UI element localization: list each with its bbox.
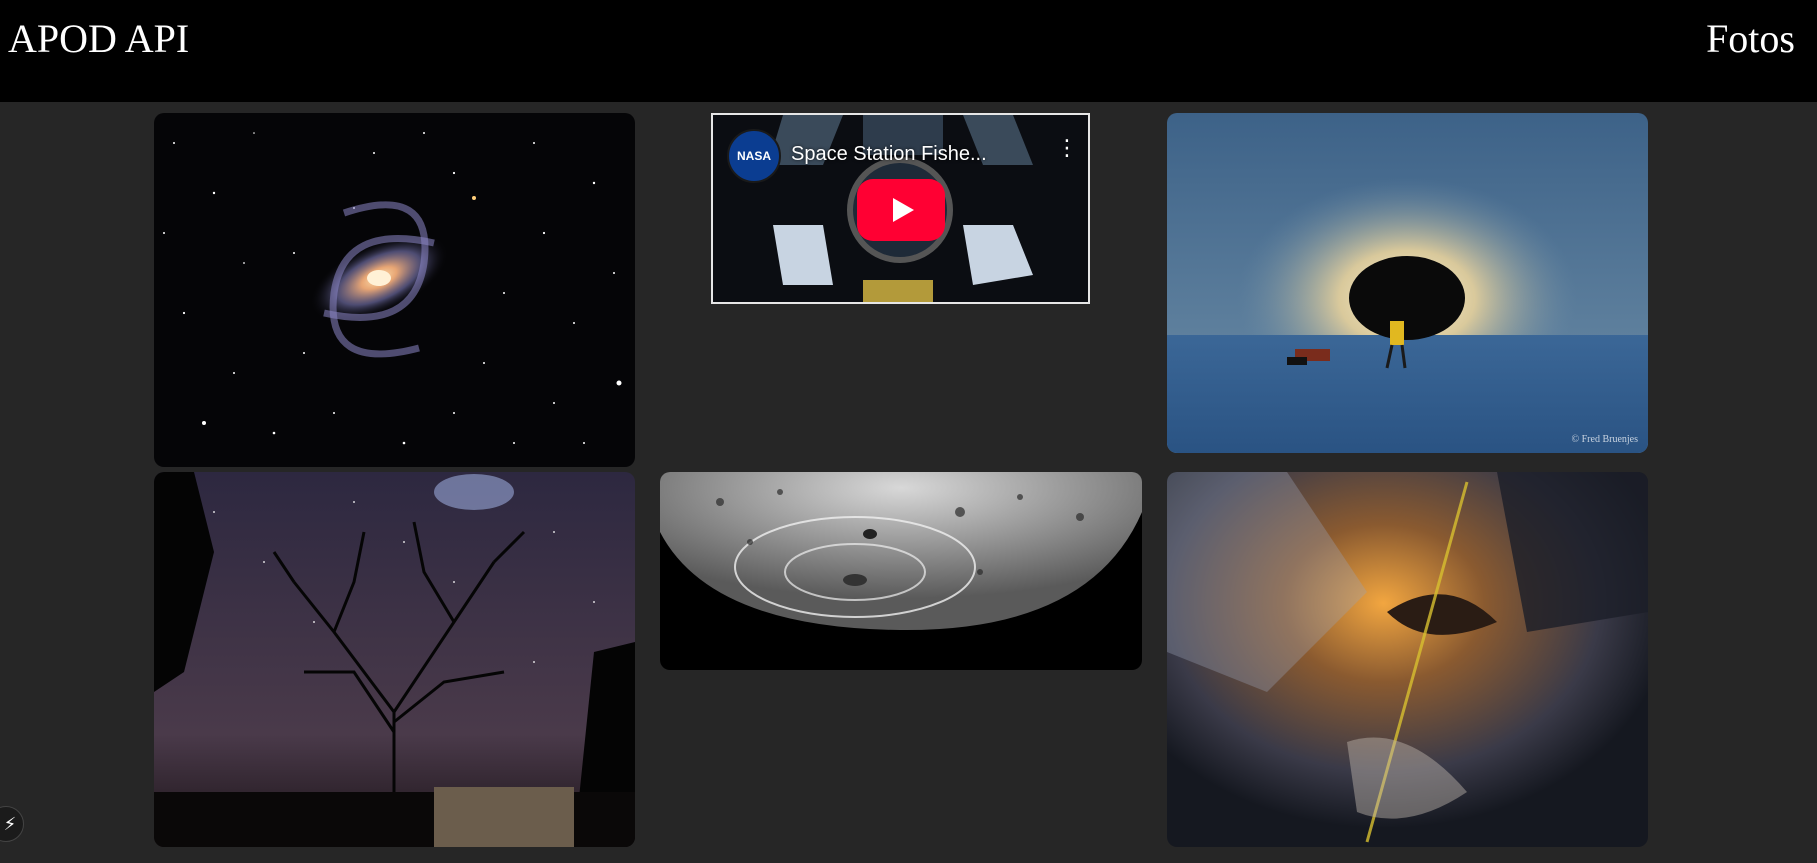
- gallery-image-nebula[interactable]: [1167, 472, 1648, 847]
- lightning-icon[interactable]: ⚡: [0, 806, 24, 842]
- nav-link-fotos[interactable]: Fotos: [1706, 16, 1795, 62]
- gallery-video-embed[interactable]: NASA Space Station Fishe... ⋮: [711, 113, 1090, 304]
- nasa-logo-icon: NASA: [727, 129, 781, 183]
- more-vertical-icon[interactable]: ⋮: [1056, 138, 1078, 169]
- play-icon: [893, 198, 914, 222]
- play-button[interactable]: [857, 179, 945, 241]
- video-title[interactable]: Space Station Fishe...: [791, 143, 987, 166]
- moon-illustration: [660, 472, 1142, 670]
- gallery-image-eclipse[interactable]: © Fred Bruenjes: [1167, 113, 1648, 453]
- gallery-image-tree-night[interactable]: [154, 472, 635, 847]
- nebula-illustration: [1167, 472, 1648, 847]
- photo-credit: © Fred Bruenjes: [1571, 434, 1638, 445]
- galaxy-illustration: [154, 113, 635, 467]
- gallery-image-moon[interactable]: [660, 472, 1142, 670]
- eclipse-illustration: [1167, 113, 1648, 453]
- tree-illustration: [154, 472, 635, 847]
- gallery-image-galaxy[interactable]: [154, 113, 635, 467]
- app-header: APOD API Fotos: [0, 0, 1817, 102]
- brand-title: APOD API: [8, 16, 190, 61]
